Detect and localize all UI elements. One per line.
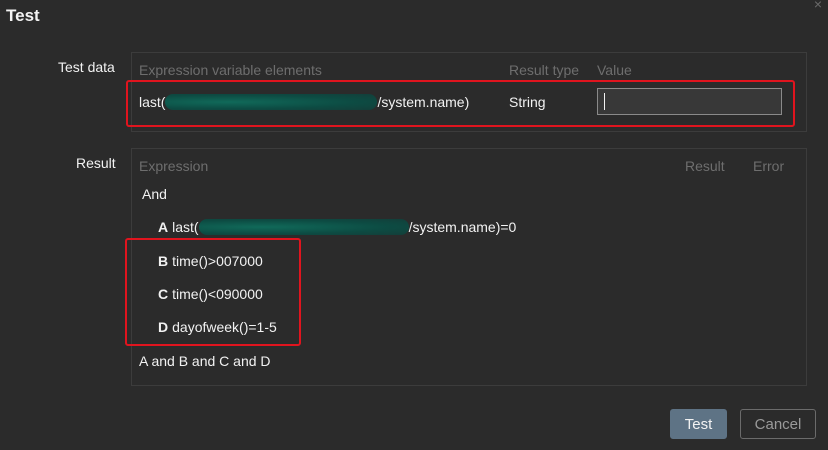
expression-letter: B [158, 253, 169, 269]
test-button[interactable]: Test [670, 409, 727, 439]
expression-text: time()<090000 [172, 286, 263, 302]
header-expression: Expression [139, 158, 209, 174]
expression-suffix: /system.name) [377, 94, 470, 110]
expression-letter: A [158, 219, 169, 235]
close-icon[interactable]: × [814, 0, 822, 12]
result-label: Result [76, 155, 116, 171]
dialog-title: Test [6, 6, 40, 25]
header-value: Value [597, 62, 632, 78]
header-expression-variable-elements: Expression variable elements [139, 62, 322, 78]
expression-text: dayofweek()=1-5 [172, 319, 277, 335]
value-input[interactable] [597, 88, 782, 115]
expression-d: Ddayofweek()=1-5 [158, 319, 277, 335]
result-type-value: String [509, 94, 546, 110]
expression-b: Btime()>007000 [158, 253, 263, 269]
expression-text: time()>007000 [172, 253, 263, 269]
expression-a: Alast( /system.name)=0 [158, 219, 516, 235]
expression-prefix: last( [139, 94, 166, 110]
expression-prefix: last( [172, 219, 199, 235]
header-result: Result [685, 158, 725, 174]
test-data-expression: last( /system.name) [139, 94, 469, 110]
expression-letter: D [158, 319, 169, 335]
cancel-button[interactable]: Cancel [740, 409, 816, 439]
header-result-type: Result type [509, 62, 580, 78]
expression-letter: C [158, 286, 169, 302]
test-data-label: Test data [58, 59, 115, 75]
expression-suffix: /system.name)=0 [408, 219, 517, 235]
redacted-host [198, 219, 409, 235]
header-error: Error [753, 158, 785, 174]
combined-expression: A and B and C and D [139, 353, 271, 369]
test-dialog: Test × Test data Expression variable ele… [0, 0, 828, 450]
text-cursor [604, 93, 605, 110]
expression-c: Ctime()<090000 [158, 286, 263, 302]
redacted-host [165, 94, 378, 110]
root-operator: And [142, 186, 167, 202]
